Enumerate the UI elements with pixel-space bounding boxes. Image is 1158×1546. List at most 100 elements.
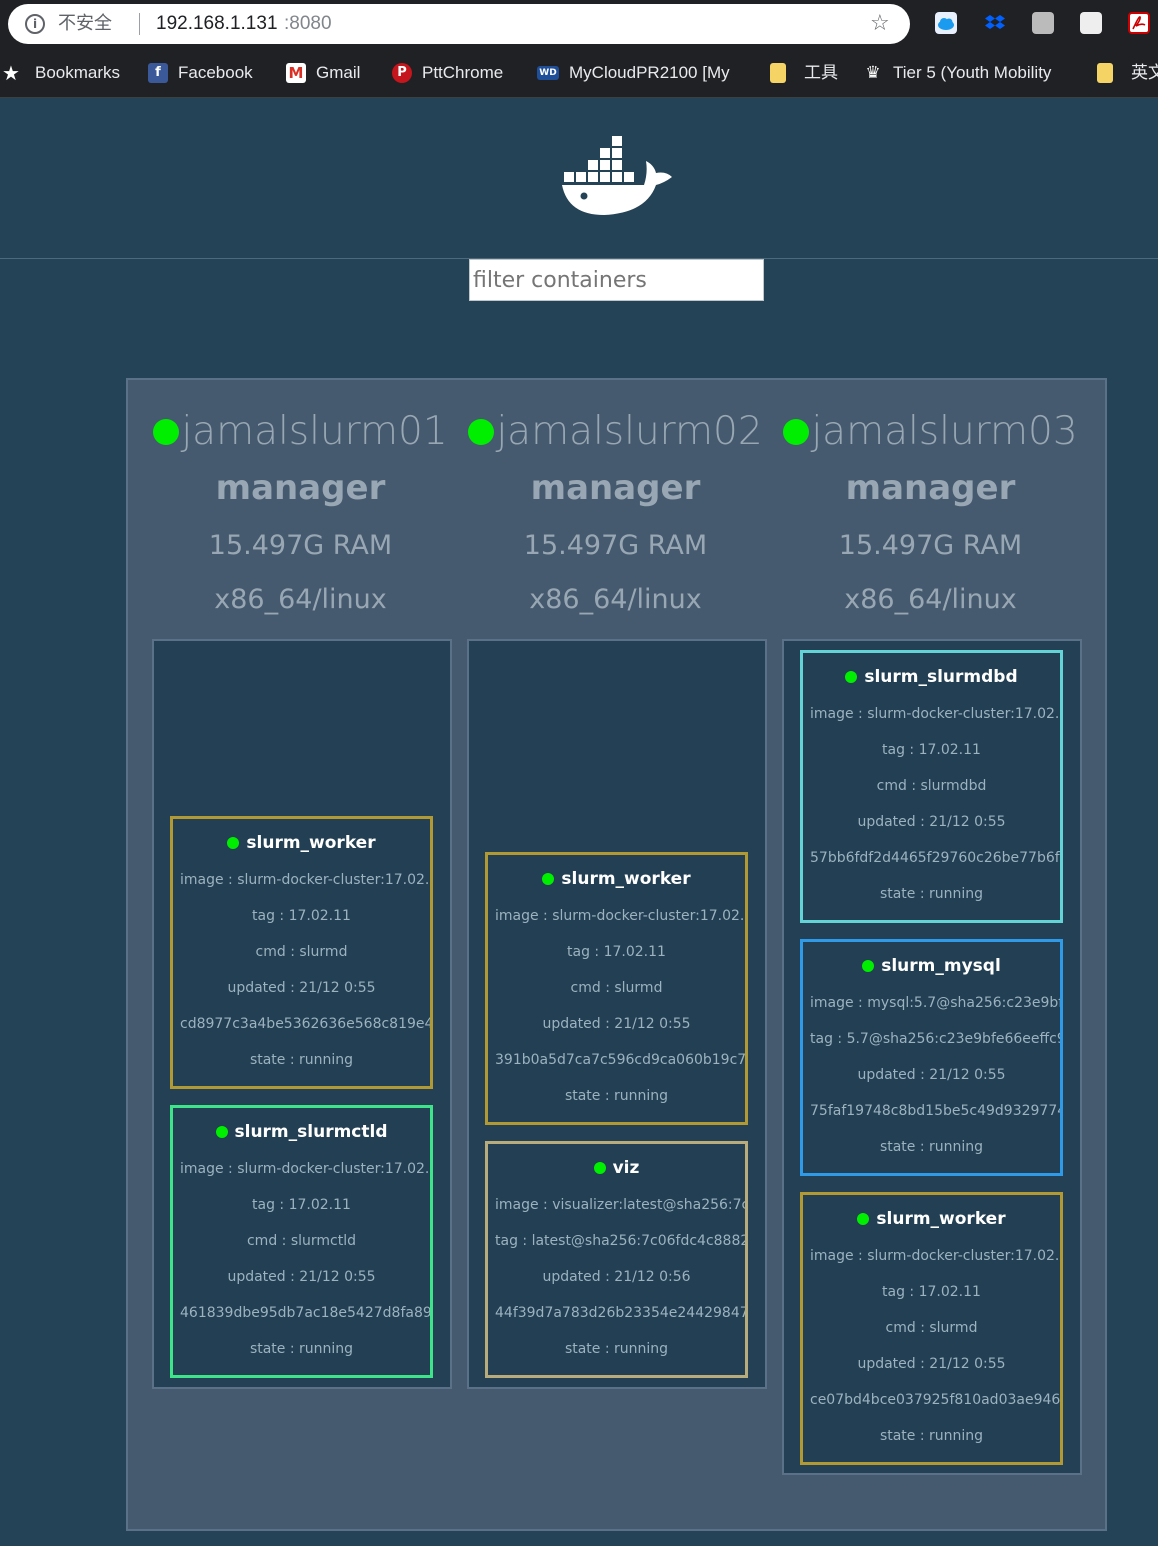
container-name: slurm_worker	[246, 833, 376, 853]
node-header: jamalslurm01 manager 15.497G RAM x86_64/…	[143, 407, 458, 620]
container-card[interactable]: slurm_slurmdbd image : slurm-docker-clus…	[800, 650, 1063, 923]
address-bar[interactable]: i 不安全 192.168.1.131 :8080 ☆	[8, 4, 910, 44]
bookmark-label: Gmail	[316, 63, 361, 82]
insecure-label: 不安全	[58, 13, 112, 34]
crown-icon: ♛	[865, 63, 881, 83]
container-cmd: cmd : slurmd	[885, 1320, 978, 1336]
container-id: 57bb6fdf2d4465f29760c26be77b6f9	[810, 850, 1063, 866]
container-updated: updated : 21/12 0:55	[857, 1067, 1006, 1083]
container-card[interactable]: slurm_slurmctld image : slurm-docker-clu…	[170, 1105, 433, 1378]
bookmark-star-icon[interactable]: ☆	[870, 11, 890, 37]
container-card[interactable]: viz image : visualizer:latest@sha256:7c0…	[485, 1141, 748, 1378]
container-card[interactable]: slurm_worker image : slurm-docker-cluste…	[170, 816, 433, 1089]
container-state: state : running	[564, 1088, 669, 1104]
node-ram: 15.497G RAM	[523, 530, 708, 561]
container-cmd: cmd : slurmd	[255, 944, 348, 960]
container-tag: tag : 17.02.11	[882, 1284, 981, 1300]
node-container-column: slurm_worker image : slurm-docker-cluste…	[467, 639, 767, 1389]
container-name: slurm_mysql	[881, 956, 1001, 976]
container-updated: updated : 21/12 0:55	[227, 1269, 376, 1285]
bookmark-label: 英文	[1131, 63, 1158, 82]
bookmark-item[interactable]: 工具	[770, 61, 838, 85]
container-card[interactable]: slurm_worker image : slurm-docker-cluste…	[485, 852, 748, 1125]
hand-extension-icon[interactable]	[1032, 12, 1054, 34]
node-name-text: jamalslurm01	[181, 409, 448, 454]
container-status-dot	[845, 671, 858, 683]
node-status-dot	[153, 419, 180, 445]
container-image: image : mysql:5.7@sha256:c23e9bfe	[810, 995, 1063, 1011]
node-role: manager	[845, 468, 1016, 508]
pdf-extension-icon[interactable]	[1128, 12, 1150, 34]
node-name: jamalslurm02	[458, 407, 773, 457]
bookmark-item[interactable]: ♛ Tier 5 (Youth Mobility	[863, 61, 1063, 85]
container-status-dot	[542, 873, 555, 885]
container-tag: tag : 17.02.11	[882, 742, 981, 758]
url-host[interactable]: 192.168.1.131	[156, 13, 278, 35]
container-state: state : running	[879, 886, 984, 902]
container-id: ce07bd4bce037925f810ad03ae9467	[810, 1392, 1063, 1408]
container-card[interactable]: slurm_mysql image : mysql:5.7@sha256:c23…	[800, 939, 1063, 1176]
info-icon[interactable]: i	[25, 14, 45, 34]
container-tag: tag : latest@sha256:7c06fdc4c88821	[495, 1233, 748, 1249]
container-name: slurm_slurmdbd	[864, 667, 1018, 687]
node-status-dot	[783, 419, 810, 445]
node-role: manager	[530, 468, 701, 508]
omnibox-separator	[139, 13, 140, 35]
container-image: image : slurm-docker-cluster:17.02.11	[810, 706, 1063, 722]
container-id: 461839dbe95db7ac18e5427d8fa899	[180, 1305, 433, 1321]
cluster-panel: jamalslurm01 manager 15.497G RAM x86_64/…	[126, 378, 1107, 1531]
bookmark-item[interactable]: f Facebook	[148, 61, 253, 85]
node-container-column: slurm_slurmdbd image : slurm-docker-clus…	[782, 639, 1082, 1475]
node-platform: x86_64/linux	[529, 584, 702, 615]
container-card[interactable]: slurm_worker image : slurm-docker-cluste…	[800, 1192, 1063, 1465]
container-tag: tag : 5.7@sha256:c23e9bfe66eeffc99	[810, 1031, 1063, 1047]
container-status-dot	[215, 1126, 228, 1138]
bookmark-item[interactable]: 英文	[1097, 61, 1158, 85]
bookmark-label: Facebook	[178, 63, 253, 82]
bookmark-item[interactable]: ★ Bookmarks	[0, 61, 120, 85]
bookmark-item[interactable]: M Gmail	[286, 61, 360, 85]
folder-icon	[1097, 63, 1113, 83]
container-updated: updated : 21/12 0:55	[227, 980, 376, 996]
url-port[interactable]: :8080	[284, 13, 332, 35]
container-updated: updated : 21/12 0:55	[857, 1356, 1006, 1372]
node-name-text: jamalslurm02	[496, 409, 763, 454]
node-header: jamalslurm03 manager 15.497G RAM x86_64/…	[773, 407, 1088, 620]
container-state: state : running	[879, 1139, 984, 1155]
container-updated: updated : 21/12 0:56	[542, 1269, 691, 1285]
container-status-dot	[227, 837, 240, 849]
docker-whale-logo-icon	[560, 133, 674, 221]
container-updated: updated : 21/12 0:55	[857, 814, 1006, 830]
bookmark-item[interactable]: P PttChrome	[392, 61, 503, 85]
container-state: state : running	[564, 1341, 669, 1357]
container-image: image : slurm-docker-cluster:17.02.11	[495, 908, 748, 924]
node-ram: 15.497G RAM	[838, 530, 1023, 561]
bookmark-label: Bookmarks	[35, 63, 121, 82]
node-name-text: jamalslurm03	[811, 409, 1078, 454]
container-name: viz	[612, 1158, 640, 1178]
cloud-extension-icon[interactable]	[935, 12, 957, 34]
gmail-icon: M	[286, 63, 306, 83]
container-name: slurm_slurmctld	[234, 1122, 388, 1142]
container-id: 75faf19748c8bd15be5c49d9329774	[810, 1103, 1063, 1119]
container-cmd: cmd : slurmctld	[246, 1233, 356, 1249]
filter-containers-input[interactable]	[469, 259, 764, 301]
node-name: jamalslurm01	[143, 407, 458, 457]
container-status-dot	[593, 1162, 606, 1174]
node-container-column: slurm_worker image : slurm-docker-cluste…	[152, 639, 452, 1389]
container-status-dot	[857, 1213, 870, 1225]
bookmark-item[interactable]: WD MyCloudPR2100 [My	[537, 61, 739, 85]
bookmark-label: Tier 5 (Youth Mobility	[893, 63, 1052, 82]
container-tag: tag : 17.02.11	[567, 944, 666, 960]
container-image: image : slurm-docker-cluster:17.02.11	[810, 1248, 1063, 1264]
node-platform: x86_64/linux	[214, 584, 387, 615]
bookmarks-bar: ★ Bookmarks f Facebook M Gmail P PttChro…	[0, 50, 1158, 98]
container-state: state : running	[249, 1341, 354, 1357]
star-icon: ★	[2, 61, 20, 85]
container-image: image : slurm-docker-cluster:17.02.11	[180, 872, 433, 888]
container-status-dot	[862, 960, 875, 972]
translate-extension-icon[interactable]	[1080, 12, 1102, 34]
folder-icon	[770, 63, 786, 83]
container-tag: tag : 17.02.11	[252, 908, 351, 924]
dropbox-extension-icon[interactable]	[984, 12, 1006, 34]
